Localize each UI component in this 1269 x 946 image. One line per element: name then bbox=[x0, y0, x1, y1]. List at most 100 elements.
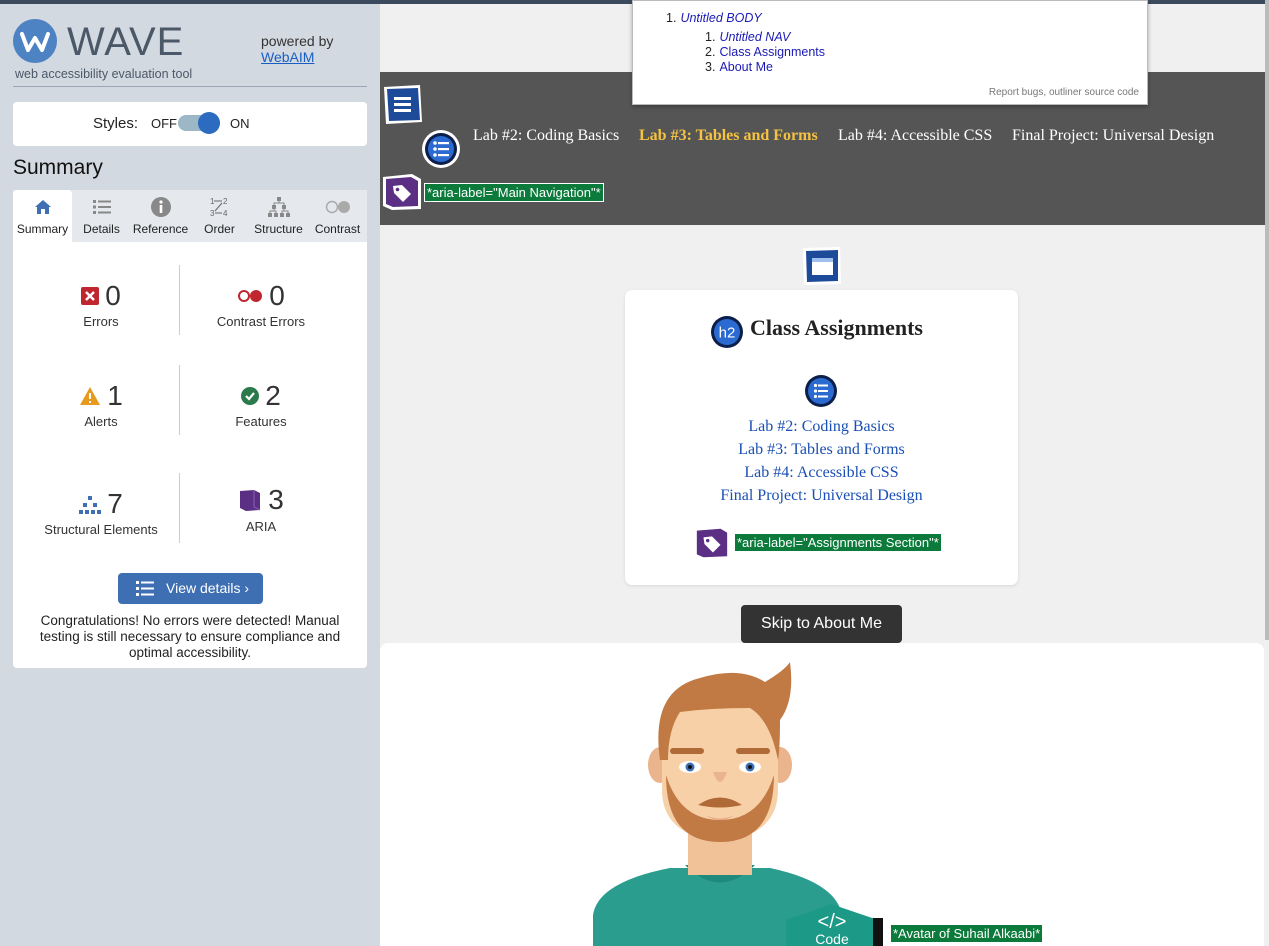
divider bbox=[13, 86, 367, 87]
tab-label: Summary bbox=[16, 222, 69, 236]
outline-footer: Report bugs, outliner source code bbox=[989, 87, 1139, 98]
tab-label: Contrast bbox=[314, 222, 361, 236]
aria-icon bbox=[240, 490, 261, 511]
wave-sidebar: WAVE web accessibility evaluation tool p… bbox=[0, 0, 380, 946]
errors-count: 0 bbox=[105, 280, 121, 311]
feature-check-icon bbox=[241, 387, 260, 405]
outline-num: 3. bbox=[705, 60, 716, 74]
code-badge-icon[interactable]: </> Code bbox=[786, 900, 886, 946]
stat-errors[interactable]: 0 Errors bbox=[21, 280, 181, 329]
list-icon[interactable] bbox=[421, 129, 461, 174]
congrats-message: Congratulations! No errors were detected… bbox=[39, 613, 341, 660]
contrast-icon bbox=[325, 200, 350, 214]
styles-on-label: ON bbox=[230, 116, 250, 131]
outline-item-body[interactable]: 1. Untitled BODY bbox=[666, 11, 762, 25]
aria-label-icon[interactable] bbox=[382, 173, 422, 216]
list-icon bbox=[92, 200, 111, 214]
outline-label: Class Assignments bbox=[719, 45, 826, 59]
wave-logo-icon bbox=[13, 19, 57, 63]
contrast-errors-label: Contrast Errors bbox=[216, 314, 306, 329]
view-details-button[interactable]: View details › bbox=[118, 573, 263, 604]
assignment-link-final-project[interactable]: Final Project: Universal Design bbox=[625, 487, 1018, 505]
assignment-link-lab2[interactable]: Lab #2: Coding Basics bbox=[625, 418, 1018, 436]
list-icon[interactable] bbox=[804, 374, 838, 413]
outline-label: Untitled NAV bbox=[719, 30, 791, 44]
outline-num: 1. bbox=[705, 30, 716, 44]
structural-label: Structural Elements bbox=[44, 522, 158, 537]
contrast-errors-count: 0 bbox=[269, 280, 285, 311]
errors-label: Errors bbox=[83, 314, 119, 329]
tab-reference[interactable]: Reference bbox=[131, 190, 190, 242]
stat-contrast-errors[interactable]: 0 Contrast Errors bbox=[181, 280, 341, 329]
tab-label: Reference bbox=[132, 222, 189, 236]
assignment-link-lab3[interactable]: Lab #3: Tables and Forms bbox=[625, 441, 1018, 459]
tab-bar: Summary Details Reference 1234 Order Str… bbox=[13, 190, 367, 242]
heading-h2-icon[interactable]: h2 bbox=[710, 315, 744, 354]
styles-toggle-box: Styles: OFF ON bbox=[13, 102, 367, 146]
powered-by-text: powered by bbox=[261, 33, 334, 49]
structure-icon bbox=[267, 197, 290, 217]
nav-link-lab4[interactable]: Lab #4: Accessible CSS bbox=[838, 127, 992, 145]
styles-label: Styles: bbox=[93, 115, 139, 132]
tab-label: Details bbox=[83, 222, 120, 236]
contrast-error-icon bbox=[238, 290, 263, 302]
outline-item-about-me[interactable]: 3. About Me bbox=[705, 60, 773, 74]
nav-structure-icon[interactable] bbox=[382, 84, 424, 131]
info-icon bbox=[150, 197, 171, 217]
nav-link-lab2[interactable]: Lab #2: Coding Basics bbox=[473, 127, 619, 145]
top-border bbox=[0, 0, 380, 4]
assignments-aria-label: *aria-label="Assignments Section"* bbox=[734, 533, 942, 552]
aria-label: ARIA bbox=[245, 519, 277, 534]
aria-count: 3 bbox=[268, 484, 284, 515]
skip-to-about-button[interactable]: Skip to About Me bbox=[741, 605, 902, 643]
stat-alerts[interactable]: 1 Alerts bbox=[21, 380, 181, 429]
section-icon[interactable] bbox=[802, 246, 842, 291]
nav-link-lab3[interactable]: Lab #3: Tables and Forms bbox=[639, 127, 818, 145]
heading-badge-text: h2 bbox=[719, 325, 736, 342]
report-bugs-link[interactable]: Report bugs bbox=[989, 87, 1043, 98]
styles-off-label: OFF bbox=[151, 116, 177, 131]
assignment-link-lab4[interactable]: Lab #4: Accessible CSS bbox=[625, 464, 1018, 482]
alert-icon bbox=[80, 387, 101, 405]
outliner-source-link[interactable]: outliner source code bbox=[1049, 87, 1139, 98]
footer-separator: , bbox=[1043, 87, 1047, 98]
tab-contrast[interactable]: Contrast bbox=[308, 190, 367, 242]
outline-item-class-assignments[interactable]: 2. Class Assignments bbox=[705, 45, 825, 59]
outline-item-nav[interactable]: 1. Untitled NAV bbox=[705, 30, 790, 44]
webaim-link[interactable]: WebAIM bbox=[261, 49, 333, 65]
assignments-title: Class Assignments bbox=[750, 315, 923, 340]
outline-label: Untitled BODY bbox=[680, 11, 762, 25]
outline-num: 1. bbox=[666, 11, 677, 25]
powered-by: powered by WebAIM bbox=[261, 33, 333, 65]
tab-summary[interactable]: Summary bbox=[13, 190, 72, 242]
outline-num: 2. bbox=[705, 45, 716, 59]
order-icon: 1 23 4 bbox=[210, 197, 228, 218]
aria-label-icon[interactable] bbox=[693, 525, 731, 566]
tab-order[interactable]: 1234 Order bbox=[190, 190, 249, 242]
tab-structure[interactable]: Structure bbox=[249, 190, 308, 242]
avatar-alt-label: *Avatar of Suhail Alkaabi* bbox=[890, 924, 1044, 943]
structure-icon bbox=[79, 496, 102, 514]
tab-details[interactable]: Details bbox=[72, 190, 131, 242]
svg-text:4: 4 bbox=[223, 209, 228, 218]
outline-label: About Me bbox=[719, 60, 773, 74]
styles-toggle-knob[interactable] bbox=[198, 112, 220, 134]
stat-features[interactable]: 2 Features bbox=[181, 380, 341, 429]
outline-popup: 1. Untitled BODY 1. Untitled NAV 2. Class A… bbox=[632, 0, 1148, 105]
wave-subtitle: web accessibility evaluation tool bbox=[15, 67, 193, 81]
tab-label: Structure bbox=[254, 222, 303, 236]
summary-panel: 0 Errors 0 Contrast Errors 1 Alerts 2 Fe… bbox=[13, 242, 367, 668]
structural-count: 7 bbox=[107, 488, 123, 519]
code-badge-label: Code bbox=[815, 931, 849, 946]
view-details-label: View details › bbox=[166, 580, 250, 596]
stat-aria[interactable]: 3 ARIA bbox=[181, 484, 341, 534]
page-scrollbar[interactable] bbox=[1265, 0, 1269, 640]
wave-brand: WAVE bbox=[67, 20, 185, 64]
nav-link-final-project[interactable]: Final Project: Universal Design bbox=[1012, 127, 1214, 145]
features-count: 2 bbox=[265, 380, 281, 411]
stat-structural[interactable]: 7 Structural Elements bbox=[21, 488, 181, 537]
tab-label: Order bbox=[204, 222, 235, 236]
list-icon bbox=[136, 581, 154, 596]
features-label: Features bbox=[235, 414, 287, 429]
alerts-label: Alerts bbox=[84, 414, 118, 429]
